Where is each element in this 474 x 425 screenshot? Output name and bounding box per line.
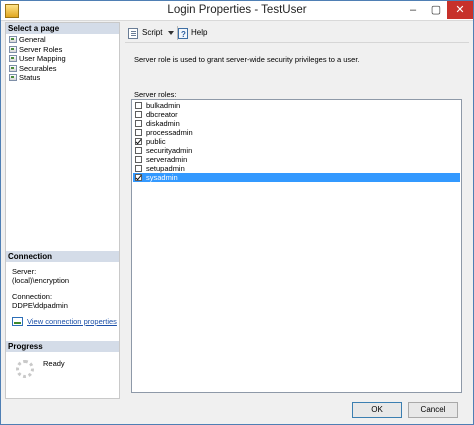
help-icon bbox=[178, 27, 188, 43]
connection-value: DDPE\ddpadmin bbox=[12, 301, 68, 310]
server-roles-list[interactable]: bulkadmin dbcreator diskadmin processadm… bbox=[131, 99, 462, 393]
page-item-label: Status bbox=[19, 73, 41, 82]
page-item-user-mapping[interactable]: User Mapping bbox=[8, 54, 118, 64]
chevron-down-icon[interactable] bbox=[168, 31, 174, 35]
select-page-header: Select a page bbox=[6, 23, 119, 34]
role-checkbox[interactable] bbox=[135, 120, 142, 127]
ok-button[interactable]: OK bbox=[352, 402, 402, 418]
role-label: diskadmin bbox=[146, 119, 180, 128]
script-icon bbox=[128, 28, 138, 39]
role-row-diskadmin[interactable]: diskadmin bbox=[133, 119, 460, 128]
toolbar: Script Help bbox=[125, 25, 469, 43]
role-row-dbcreator[interactable]: dbcreator bbox=[133, 110, 460, 119]
role-label: dbcreator bbox=[146, 110, 178, 119]
login-properties-window: Login Properties - TestUser – ▢ ✕ Select… bbox=[0, 0, 474, 425]
role-checkbox[interactable] bbox=[135, 111, 142, 118]
role-label: processadmin bbox=[146, 128, 193, 137]
page-item-label: Server Roles bbox=[19, 44, 63, 54]
page-item-status[interactable]: Status bbox=[8, 73, 118, 83]
left-pane: Select a page General Server Roles User … bbox=[5, 22, 120, 399]
page-list: General Server Roles User Mapping Secura… bbox=[8, 35, 118, 83]
cancel-button[interactable]: Cancel bbox=[408, 402, 458, 418]
role-checkbox[interactable] bbox=[135, 147, 142, 154]
role-label: setupadmin bbox=[146, 164, 185, 173]
role-row-securityadmin[interactable]: securityadmin bbox=[133, 146, 460, 155]
connection-properties-icon bbox=[12, 317, 23, 326]
server-roles-label: Server roles: bbox=[134, 90, 177, 99]
role-checkbox[interactable] bbox=[135, 102, 142, 109]
role-checkbox[interactable] bbox=[135, 156, 142, 163]
progress-header: Progress bbox=[6, 341, 119, 352]
role-checkbox[interactable] bbox=[135, 174, 142, 181]
role-label: serveradmin bbox=[146, 155, 188, 164]
role-checkbox[interactable] bbox=[135, 129, 142, 136]
connection-header: Connection bbox=[6, 251, 119, 262]
role-row-public[interactable]: public bbox=[133, 137, 460, 146]
page-item-server-roles[interactable]: Server Roles bbox=[8, 45, 118, 55]
page-item-label: Securables bbox=[19, 63, 57, 73]
page-item-securables[interactable]: Securables bbox=[8, 64, 118, 74]
role-label: bulkadmin bbox=[146, 101, 181, 110]
role-label: public bbox=[146, 137, 166, 146]
page-item-label: User Mapping bbox=[19, 54, 66, 63]
page-icon bbox=[9, 64, 17, 72]
role-label: securityadmin bbox=[146, 146, 193, 155]
page-description: Server role is used to grant server-wide… bbox=[134, 55, 360, 64]
role-row-sysadmin[interactable]: sysadmin bbox=[133, 173, 460, 182]
role-checkbox[interactable] bbox=[135, 138, 142, 145]
role-label: sysadmin bbox=[146, 173, 178, 182]
page-icon bbox=[9, 55, 17, 62]
page-item-general[interactable]: General bbox=[8, 35, 118, 45]
script-label: Script bbox=[142, 28, 163, 37]
role-row-processadmin[interactable]: processadmin bbox=[133, 128, 460, 137]
role-row-serveradmin[interactable]: serveradmin bbox=[133, 155, 460, 164]
progress-status: Ready bbox=[43, 359, 65, 368]
progress-spinner-icon bbox=[16, 360, 34, 378]
page-item-label: General bbox=[19, 35, 46, 44]
page-icon bbox=[9, 45, 17, 53]
role-row-bulkadmin[interactable]: bulkadmin bbox=[133, 101, 460, 110]
script-button[interactable]: Script bbox=[125, 25, 175, 41]
help-button[interactable]: Help bbox=[178, 25, 208, 43]
help-label: Help bbox=[191, 28, 208, 37]
view-connection-properties-link[interactable]: View connection properties bbox=[27, 317, 117, 326]
server-roles-page: Server role is used to grant server-wide… bbox=[125, 42, 469, 399]
page-icon bbox=[9, 74, 17, 81]
page-icon bbox=[9, 36, 17, 43]
role-checkbox[interactable] bbox=[135, 165, 142, 172]
maximize-button[interactable]: ▢ bbox=[423, 1, 449, 19]
close-button[interactable]: ✕ bbox=[447, 1, 473, 19]
server-value: (local)\encryption bbox=[12, 276, 70, 285]
title-bar: Login Properties - TestUser – ▢ ✕ bbox=[1, 1, 473, 21]
role-row-setupadmin[interactable]: setupadmin bbox=[133, 164, 460, 173]
